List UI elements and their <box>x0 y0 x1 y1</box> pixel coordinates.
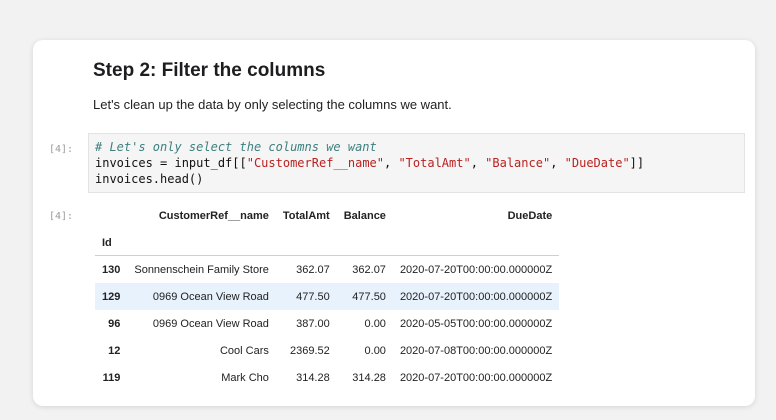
code-line-3: invoices.head() <box>95 172 204 186</box>
cell: 387.00 <box>296 317 330 330</box>
table-row: 96 0969 Ocean View Road 387.00 0.00 2020… <box>95 310 559 337</box>
cell: Mark Cho <box>221 371 269 384</box>
dataframe-table: CustomerRef__name TotalAmt Balance DueDa… <box>95 202 560 391</box>
row-index: 130 <box>102 263 121 276</box>
code-comment: # Let's only select the columns we want <box>95 140 377 154</box>
cell: 2020-07-20T00:00:00.000000Z <box>399 290 553 303</box>
cell: 2020-07-20T00:00:00.000000Z <box>399 371 553 384</box>
index-name-row: Id <box>95 230 560 256</box>
row-index: 129 <box>102 290 121 303</box>
index-name: Id <box>95 230 128 256</box>
column-header: CustomerRef__name <box>158 210 269 222</box>
cell: 0969 Ocean View Road <box>152 317 269 330</box>
row-index: 96 <box>108 317 121 330</box>
code-cell[interactable]: # Let's only select the columns we want … <box>88 133 745 193</box>
cell: 0.00 <box>364 344 386 357</box>
table-row: 119 Mark Cho 314.28 314.28 2020-07-20T00… <box>95 364 559 391</box>
cell: Cool Cars <box>219 344 269 357</box>
cell: 477.50 <box>352 290 386 303</box>
table-header-row: CustomerRef__name TotalAmt Balance DueDa… <box>95 202 559 230</box>
cell: 314.28 <box>296 371 330 384</box>
cell: 0.00 <box>364 317 386 330</box>
column-header: Balance <box>343 210 386 222</box>
output-prompt: [4]: <box>49 211 74 222</box>
cell: 477.50 <box>296 290 330 303</box>
table-row-hovered: 129 0969 Ocean View Road 477.50 477.50 2… <box>95 283 560 310</box>
notebook-card: Step 2: Filter the columns Let's clean u… <box>33 40 755 406</box>
table-row: 12 Cool Cars 2369.52 0.00 2020-07-08T00:… <box>95 337 559 364</box>
cell: 0969 Ocean View Road <box>152 290 269 303</box>
section-heading: Step 2: Filter the columns <box>93 60 326 81</box>
cell: Sonnenschein Family Store <box>134 263 269 276</box>
cell: 2020-07-08T00:00:00.000000Z <box>399 344 553 357</box>
input-prompt: [4]: <box>49 144 74 155</box>
section-description: Let's clean up the data by only selectin… <box>93 97 452 112</box>
column-header: DueDate <box>507 210 553 222</box>
cell: 2369.52 <box>289 344 330 357</box>
cell: 362.07 <box>296 263 330 276</box>
cell: 314.28 <box>352 371 386 384</box>
cell: 2020-07-20T00:00:00.000000Z <box>399 263 553 276</box>
cell: 362.07 <box>352 263 386 276</box>
table-header-blank <box>95 202 127 230</box>
row-index: 12 <box>108 344 121 357</box>
table-row: 130 Sonnenschein Family Store 362.07 362… <box>95 256 559 284</box>
code-line-2: invoices = input_df[["CustomerRef__name"… <box>95 156 645 170</box>
column-header: TotalAmt <box>282 210 330 222</box>
cell: 2020-05-05T00:00:00.000000Z <box>399 317 553 330</box>
row-index: 119 <box>102 371 121 384</box>
